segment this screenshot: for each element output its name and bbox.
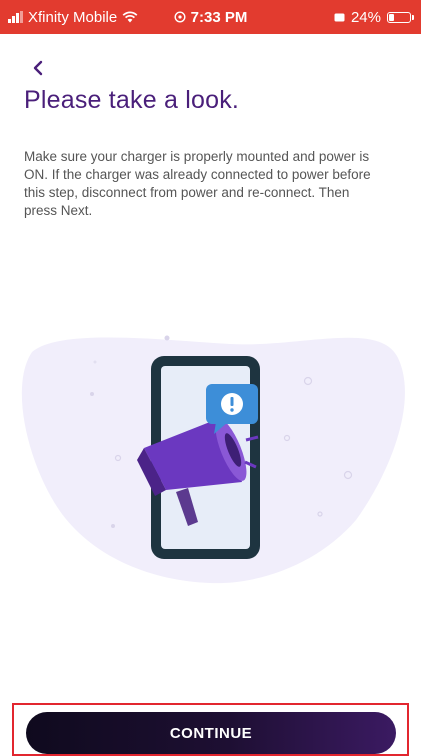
- signal-icon: [8, 11, 23, 23]
- status-time: 7:33 PM: [190, 8, 248, 26]
- page-title: Please take a look.: [24, 86, 240, 114]
- instruction-text: Make sure your charger is properly mount…: [24, 149, 371, 218]
- location-icon: [174, 11, 186, 23]
- battery-icon: [387, 11, 414, 23]
- status-left: Xfinity Mobile: [8, 0, 138, 34]
- battery-fill: [389, 13, 394, 21]
- screen: Xfinity Mobile 7:33 PM 24% Please take a…: [0, 0, 421, 756]
- carrier-label: Xfinity Mobile: [28, 8, 118, 26]
- continue-button[interactable]: CONTINUE: [26, 712, 396, 754]
- battery-percent: 24%: [350, 8, 381, 26]
- status-bar: Xfinity Mobile 7:33 PM 24%: [0, 0, 421, 34]
- back-button[interactable]: [24, 54, 52, 82]
- status-right: 24%: [334, 0, 414, 34]
- wifi-icon: [122, 11, 138, 23]
- battery-saver-icon: [334, 13, 345, 21]
- phone-with-megaphone-illustration: [21, 335, 405, 584]
- chevron-left-icon: [33, 60, 43, 76]
